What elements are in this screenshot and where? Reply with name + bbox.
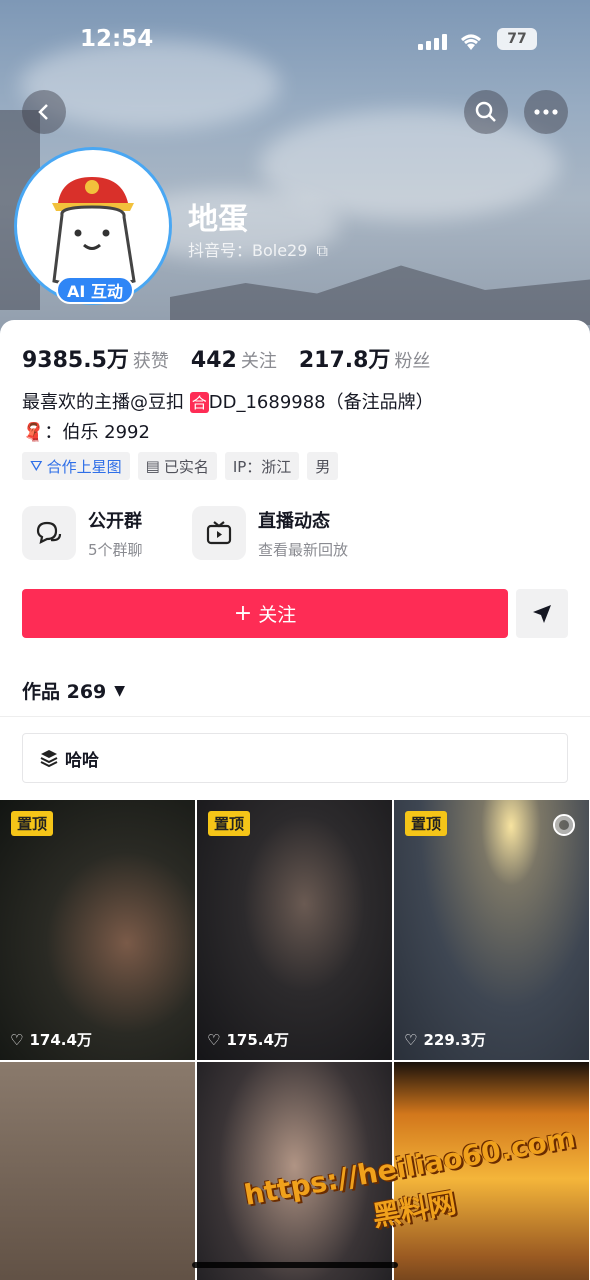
follow-label: 关注 bbox=[258, 604, 297, 626]
tag-label: IP：浙江 bbox=[232, 457, 292, 476]
chat-bubble-icon bbox=[22, 506, 76, 560]
tag-star-cooperation[interactable]: ⛛ 合作上星图 bbox=[22, 452, 130, 480]
live-ring-icon bbox=[553, 814, 575, 836]
tag-label: 男 bbox=[315, 457, 331, 476]
stat-label: 粉丝 bbox=[394, 351, 431, 372]
bio-line-2: 🧣：伯乐 2992 bbox=[22, 418, 150, 444]
service-title: 直播动态 bbox=[258, 510, 330, 532]
stat-value: 442 bbox=[190, 348, 237, 373]
video-thumbnail[interactable]: 置顶 ♡ 229.3万 bbox=[394, 800, 589, 1060]
more-dots-icon bbox=[534, 109, 558, 115]
scarf-icon: 🧣 bbox=[22, 422, 45, 443]
layers-icon bbox=[40, 750, 58, 768]
bio-text: DD_1689988（备注品牌） bbox=[208, 392, 434, 413]
heart-icon: ♡ bbox=[207, 1030, 221, 1049]
plus-icon: + bbox=[233, 601, 253, 626]
collection-item[interactable]: 哈哈 bbox=[22, 733, 568, 783]
tag-verified[interactable]: ▤ 已实名 bbox=[137, 452, 217, 480]
home-indicator[interactable] bbox=[192, 1262, 398, 1268]
works-label: 作品 269 bbox=[22, 681, 107, 703]
search-icon bbox=[475, 101, 496, 122]
stat-label: 获赞 bbox=[132, 351, 169, 372]
heart-icon: ♡ bbox=[404, 1030, 418, 1049]
bio-line-1: 最喜欢的主播@豆扣 合 DD_1689988（备注品牌） bbox=[22, 388, 434, 414]
video-likes: ♡ 174.4万 bbox=[10, 1029, 92, 1050]
stat-value: 217.8万 bbox=[298, 348, 391, 373]
caret-down-icon: ▼ bbox=[114, 682, 126, 699]
likes-count: 175.4万 bbox=[226, 1031, 289, 1049]
video-grid: 置顶 ♡ 174.4万 置顶 ♡ 175.4万 置顶 ♡ 229.3万 bbox=[0, 800, 590, 1280]
stat-following[interactable]: 442 关注 bbox=[191, 347, 277, 373]
likes-count: 229.3万 bbox=[423, 1031, 486, 1049]
message-button[interactable] bbox=[516, 589, 568, 638]
chevron-left-icon bbox=[38, 104, 48, 120]
divider bbox=[0, 716, 590, 717]
douyin-id-text: 抖音号：Bole29 bbox=[188, 241, 308, 260]
stat-label: 关注 bbox=[240, 351, 277, 372]
he-badge: 合 bbox=[189, 392, 209, 413]
profile-tags: ⛛ 合作上星图 ▤ 已实名 IP：浙江 男 bbox=[22, 452, 339, 480]
copy-icon[interactable]: ⧉ bbox=[317, 241, 328, 260]
tag-label: 已实名 bbox=[163, 457, 209, 476]
id-card-icon: ▤ bbox=[145, 457, 160, 475]
search-button[interactable] bbox=[464, 90, 508, 134]
star-map-icon: ⛛ bbox=[30, 457, 43, 475]
service-live-updates[interactable]: 直播动态查看最新回放 bbox=[192, 506, 348, 560]
works-tab[interactable]: 作品 269 ▼ bbox=[22, 677, 125, 704]
service-subtitle: 5个群聊 bbox=[88, 540, 143, 559]
status-time: 12:54 bbox=[80, 26, 154, 52]
wifi-icon bbox=[461, 34, 481, 50]
stat-value: 9385.5万 bbox=[22, 348, 129, 373]
tv-icon bbox=[192, 506, 246, 560]
more-button[interactable] bbox=[524, 90, 568, 134]
video-thumbnail[interactable] bbox=[0, 1062, 195, 1280]
service-public-group[interactable]: 公开群 5个群聊 bbox=[22, 506, 143, 560]
likes-count: 174.4万 bbox=[29, 1031, 92, 1049]
douyin-id[interactable]: 抖音号：Bole29 ⧉ bbox=[188, 237, 328, 261]
tag-label: 合作上星图 bbox=[46, 457, 122, 476]
profile-name: 地蛋 bbox=[188, 202, 248, 237]
service-subtitle: 查看最新回放 bbox=[258, 540, 349, 559]
follow-button[interactable]: + 关注 bbox=[22, 589, 508, 638]
profile-stats: 9385.5万 获赞 442 关注 217.8万 粉丝 bbox=[22, 342, 430, 374]
video-likes: ♡ 175.4万 bbox=[207, 1029, 289, 1050]
pinned-badge: 置顶 bbox=[208, 811, 251, 836]
status-bar: 12:54 77 bbox=[0, 24, 590, 58]
collection-label: 哈哈 bbox=[65, 750, 99, 771]
send-arrow-icon bbox=[533, 604, 551, 623]
video-likes: ♡ 229.3万 bbox=[404, 1029, 486, 1050]
ai-interaction-badge[interactable]: AI 互动 bbox=[56, 276, 134, 304]
stat-followers[interactable]: 217.8万 粉丝 bbox=[299, 342, 431, 374]
stat-likes[interactable]: 9385.5万 获赞 bbox=[22, 342, 169, 374]
cellular-signal-icon bbox=[418, 34, 447, 50]
tag-gender: 男 bbox=[307, 452, 339, 480]
bio-text: 最喜欢的主播@豆扣 bbox=[22, 392, 190, 413]
tag-ip: IP：浙江 bbox=[224, 452, 300, 480]
back-button[interactable] bbox=[22, 90, 66, 134]
pinned-badge: 置顶 bbox=[11, 811, 54, 836]
service-title: 公开群 bbox=[88, 510, 142, 532]
battery-indicator: 77 bbox=[497, 28, 537, 50]
bio-text: ：伯乐 2992 bbox=[44, 422, 150, 443]
video-thumbnail[interactable]: 置顶 ♡ 174.4万 bbox=[0, 800, 195, 1060]
video-thumbnail[interactable]: 置顶 ♡ 175.4万 bbox=[197, 800, 392, 1060]
heart-icon: ♡ bbox=[10, 1030, 24, 1049]
pinned-badge: 置顶 bbox=[405, 811, 448, 836]
